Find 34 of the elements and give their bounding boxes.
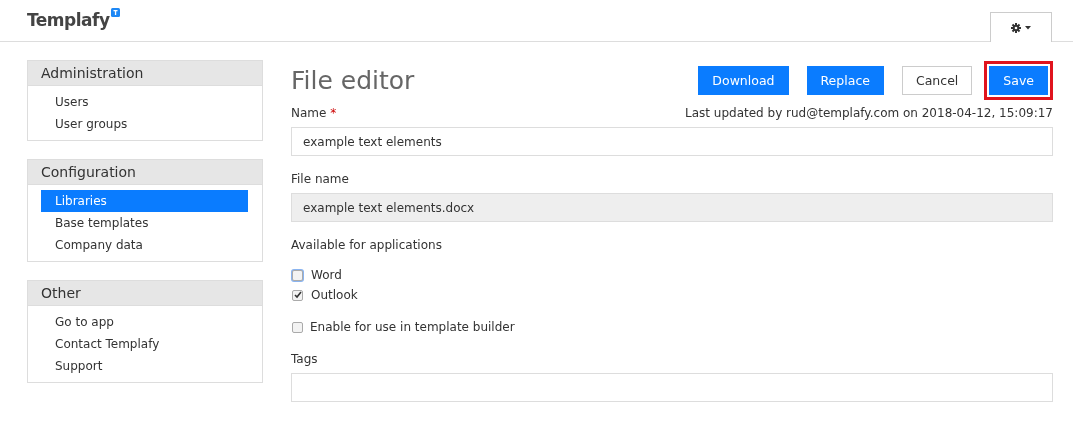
action-button[interactable]: Cancel	[901, 65, 973, 95]
sidebar-item[interactable]: Libraries	[41, 190, 248, 212]
checkbox-label: Outlook	[311, 288, 358, 302]
logo-badge-icon	[110, 7, 120, 17]
sidebar-item[interactable]: Base templates	[41, 212, 248, 234]
sidebar-item[interactable]: Contact Templafy	[41, 333, 248, 355]
last-updated-text: Last updated by rud@templafy.com on 2018-04-12, 15:09:17	[685, 106, 1053, 120]
sidebar-item[interactable]: Support	[41, 355, 248, 377]
action-button[interactable]: Download	[698, 65, 789, 95]
action-button[interactable]: Save	[989, 65, 1048, 95]
page-title: File editor	[291, 65, 415, 95]
name-field[interactable]: example text elements	[291, 127, 1053, 156]
sidebar-item[interactable]: Go to app	[41, 311, 248, 333]
sidebar-section-title: Configuration	[28, 160, 262, 185]
sidebar-item[interactable]: Company data	[41, 234, 248, 256]
checkbox[interactable]	[292, 321, 303, 333]
action-button[interactable]: Replace	[806, 65, 884, 95]
tags-field[interactable]	[291, 373, 1053, 402]
sidebar-item[interactable]: Users	[41, 91, 248, 113]
settings-icon	[1011, 22, 1021, 33]
checkbox-label: Enable for use in template builder	[310, 320, 515, 334]
caret-icon	[1025, 25, 1031, 30]
checkbox[interactable]	[292, 289, 303, 301]
field-label: File name	[291, 172, 350, 186]
sidebar-item[interactable]: User groups	[41, 113, 248, 135]
logo: Templafy	[27, 9, 110, 30]
field-label: Tags	[291, 352, 319, 366]
sidebar-section-title: Administration	[28, 61, 262, 86]
settings-button[interactable]	[990, 12, 1052, 42]
checkbox[interactable]	[292, 269, 303, 281]
field-label: Name *	[291, 106, 337, 120]
sidebar-section-title: Other	[28, 281, 262, 306]
checkbox-label: Word	[311, 268, 342, 282]
field-label: Available for applications	[291, 238, 443, 252]
